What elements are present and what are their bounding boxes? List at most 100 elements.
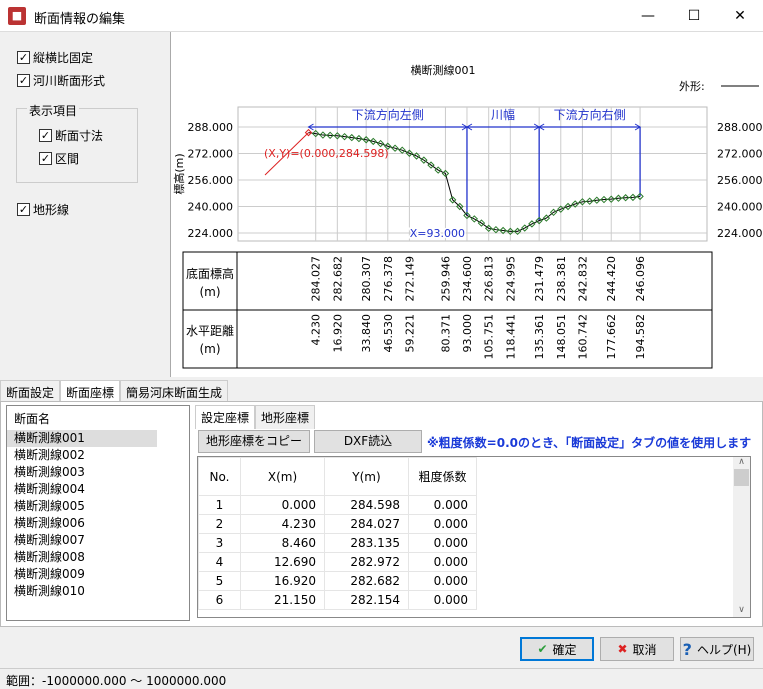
- chart-title: 横断測線001: [411, 63, 476, 77]
- title-bar: ■ 断面情報の編集 — ☐ ✕: [0, 0, 763, 32]
- cancel-button[interactable]: ✖ 取消: [600, 637, 674, 661]
- help-button[interactable]: ? ヘルプ(H): [680, 637, 754, 661]
- distance-value: 118.441: [504, 314, 517, 360]
- x-icon: ✖: [617, 642, 628, 656]
- y-tick-left: 256.000: [188, 174, 234, 187]
- elevation-value: 246.096: [634, 256, 647, 302]
- table-cell[interactable]: 284.598: [324, 495, 409, 515]
- table-cell[interactable]: 284.027: [324, 514, 409, 534]
- tab-set-coords[interactable]: 設定座標: [195, 405, 256, 429]
- table-cell[interactable]: 282.972: [324, 552, 409, 572]
- tab-section-coords[interactable]: 断面座標: [60, 380, 121, 402]
- span-label: 下流方向左側: [352, 107, 424, 122]
- table-cell[interactable]: 0.000: [408, 514, 477, 534]
- grid-scrollbar[interactable]: ∧ ∨: [733, 457, 750, 617]
- row-label-distance: 水平距離: [186, 324, 234, 338]
- section-list-item[interactable]: 横断測線007: [7, 532, 189, 549]
- y-tick-left: 240.000: [188, 201, 234, 214]
- copy-terrain-button[interactable]: 地形座標をコピー: [198, 430, 310, 453]
- section-list-item[interactable]: 横断測線008: [7, 549, 189, 566]
- tab-section-settings[interactable]: 断面設定: [0, 380, 61, 402]
- table-cell[interactable]: 0.000: [408, 552, 477, 572]
- coords-grid[interactable]: No. X(m) Y(m) 粗度係数 1 0.000 284.598 0.000 2 4.230 2…: [197, 456, 751, 618]
- point-annotation: (X,Y)=(0.000,284.598): [264, 147, 389, 160]
- close-button[interactable]: ✕: [717, 0, 763, 32]
- table-cell[interactable]: 2: [198, 514, 241, 534]
- elevation-value: 234.600: [461, 256, 474, 302]
- table-cell[interactable]: 282.154: [324, 590, 409, 610]
- section-list-item[interactable]: 横断測線003: [7, 464, 189, 481]
- table-row[interactable]: 6 21.150 282.154 0.000: [198, 590, 477, 610]
- display-items-group: [16, 108, 138, 183]
- distance-value: 194.582: [634, 314, 647, 360]
- distance-value: 148.051: [555, 314, 568, 360]
- elevation-value: 259.946: [439, 256, 452, 302]
- table-row[interactable]: 2 4.230 284.027 0.000: [198, 514, 477, 534]
- column-header[interactable]: No.: [198, 457, 241, 496]
- table-cell[interactable]: 282.682: [324, 571, 409, 591]
- table-cell[interactable]: 283.135: [324, 533, 409, 553]
- minimize-button[interactable]: —: [625, 0, 671, 32]
- section-list-item[interactable]: 横断測線006: [7, 515, 189, 532]
- section-list-header: 断面名: [14, 412, 51, 426]
- distance-value: 160.742: [576, 314, 589, 360]
- table-cell[interactable]: 6: [198, 590, 241, 610]
- section-chart: 横断測線001 外形: 288.000 288.000 272.000 272.000 25…: [170, 32, 763, 377]
- display-group-label: 表示項目: [27, 102, 80, 119]
- row-unit: (m): [199, 285, 220, 299]
- chart-svg: 横断測線001 外形: 288.000 288.000 272.000 272.000 25…: [172, 63, 763, 369]
- river-section-checkbox[interactable]: ✓ 河川断面形式: [17, 72, 105, 89]
- section-list-item[interactable]: 横断測線010: [7, 583, 189, 600]
- table-cell[interactable]: 21.150: [240, 590, 325, 610]
- elevation-value: 226.813: [483, 256, 496, 302]
- table-row[interactable]: 1 0.000 284.598 0.000: [198, 495, 477, 515]
- y-tick-right: 256.000: [717, 174, 763, 187]
- ok-button[interactable]: ✔ 確定: [520, 637, 594, 661]
- span-label: 川幅: [491, 107, 515, 122]
- table-cell[interactable]: 4: [198, 552, 241, 572]
- table-cell[interactable]: 0.000: [408, 590, 477, 610]
- table-cell[interactable]: 12.690: [240, 552, 325, 572]
- column-header[interactable]: Y(m): [324, 457, 409, 496]
- x-annotation: X=93.000: [410, 227, 465, 240]
- window-title: 断面情報の編集: [34, 12, 126, 27]
- table-row[interactable]: 5 16.920 282.682 0.000: [198, 571, 477, 591]
- table-cell[interactable]: 0.000: [408, 495, 477, 515]
- table-cell[interactable]: 0.000: [408, 571, 477, 591]
- maximize-button[interactable]: ☐: [671, 0, 717, 32]
- elevation-value: 284.027: [310, 256, 323, 302]
- elevation-value: 242.832: [576, 256, 589, 302]
- help-icon: ?: [682, 639, 692, 659]
- aspect-fixed-checkbox[interactable]: ✓ 縦横比固定: [17, 49, 93, 66]
- table-cell[interactable]: 4.230: [240, 514, 325, 534]
- terrain-line-checkbox[interactable]: ✓ 地形線: [17, 201, 69, 218]
- tab-terrain-coords[interactable]: 地形座標: [255, 405, 316, 429]
- section-name-list[interactable]: 断面名 横断測線001 横断測線002 横断測線003 横断測線004 横断測線005 横…: [6, 405, 190, 621]
- row-unit: (m): [199, 342, 220, 356]
- section-list-item[interactable]: 横断測線004: [7, 481, 189, 498]
- table-row[interactable]: 4 12.690 282.972 0.000: [198, 552, 477, 572]
- roughness-note: ※粗度係数=0.0のとき、「断面設定」タブの値を使用します: [427, 436, 752, 450]
- table-cell[interactable]: 16.920: [240, 571, 325, 591]
- table-cell[interactable]: 3: [198, 533, 241, 553]
- column-header[interactable]: X(m): [240, 457, 325, 496]
- y-tick-left: 224.000: [188, 227, 234, 240]
- column-header[interactable]: 粗度係数: [408, 457, 477, 496]
- elevation-value: 224.995: [504, 256, 517, 302]
- tab-simple-riverbed[interactable]: 簡易河床断面生成: [120, 380, 229, 402]
- table-cell[interactable]: 5: [198, 571, 241, 591]
- table-cell[interactable]: 1: [198, 495, 241, 515]
- section-list-item[interactable]: 横断測線001: [7, 430, 157, 447]
- section-list-item[interactable]: 横断測線002: [7, 447, 189, 464]
- table-cell[interactable]: 0.000: [408, 533, 477, 553]
- table-cell[interactable]: 0.000: [240, 495, 325, 515]
- dxf-import-button[interactable]: DXF読込: [314, 430, 422, 453]
- table-cell[interactable]: 8.460: [240, 533, 325, 553]
- section-list-item[interactable]: 横断測線009: [7, 566, 189, 583]
- section-list-item[interactable]: 横断測線005: [7, 498, 189, 515]
- elevation-value: 272.149: [403, 256, 416, 302]
- elevation-value: 276.378: [382, 256, 395, 302]
- scroll-thumb[interactable]: [734, 469, 749, 486]
- table-row[interactable]: 3 8.460 283.135 0.000: [198, 533, 477, 553]
- y-tick-left: 272.000: [188, 148, 234, 161]
